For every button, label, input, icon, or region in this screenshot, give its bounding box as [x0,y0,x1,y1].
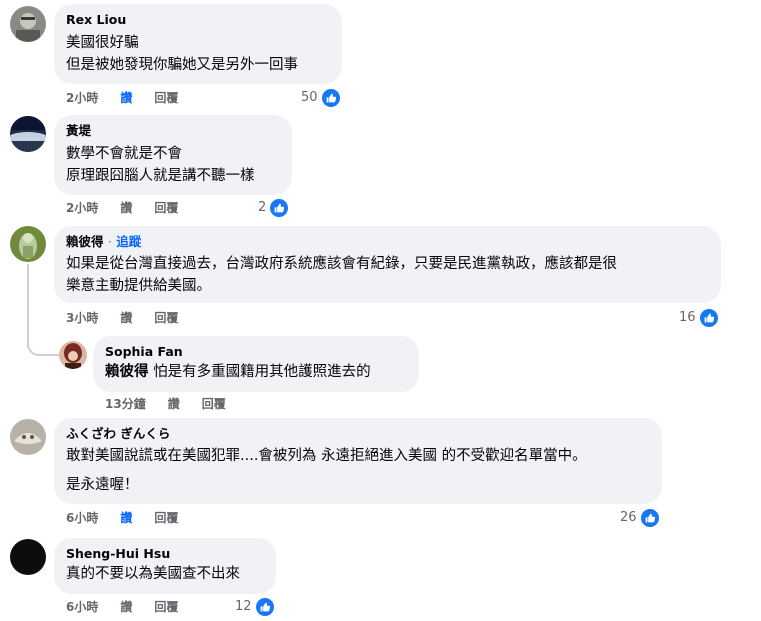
comment-time[interactable]: 2小時 [66,91,98,105]
like-button[interactable]: 讚 [120,511,132,525]
reply-button[interactable]: 回覆 [154,311,178,325]
comment-bubble: 黃堤 數學不會就是不會 原理跟囧腦人就是講不聽一樣 [54,115,292,195]
avatar[interactable] [10,226,46,262]
comment-text: 怕是有多重國籍用其他護照進去的 [153,364,371,380]
like-count: 12 [235,599,252,614]
reply-button[interactable]: 回覆 [154,91,178,105]
thumbs-up-icon [319,87,342,109]
like-button[interactable]: 讚 [120,600,132,614]
comment-author[interactable]: Sophia Fan [105,344,407,360]
comment-bubble: ふくざわ ぎんくら 敢對美國說謊或在美國犯罪....會被列為 永遠拒絕進入美國 … [54,418,662,504]
like-count: 16 [679,310,696,325]
comment-bubble: Sheng-Hui Hsu 真的不要以為美國查不出來 [54,538,276,594]
comment-time[interactable]: 3小時 [66,311,98,325]
mention-link[interactable]: 賴彼得 [105,364,149,380]
like-button[interactable]: 讚 [120,311,132,325]
reply-button[interactable]: 回覆 [154,600,178,614]
like-button[interactable]: 讚 [120,91,132,105]
avatar[interactable] [10,6,46,42]
avatar[interactable] [59,341,87,369]
comment-text: 美國很好騙 [66,35,139,51]
separator-dot: · [107,234,112,249]
comment-actions: 6小時 讚 回覆 [66,599,200,615]
comment-author[interactable]: Rex Liou [66,12,330,28]
comment-text: 但是被她發現你騙她又是另外一回事 [66,57,298,73]
reaction-count[interactable]: 50 [301,87,342,109]
comment-text: 真的不要以為美國查不出來 [66,566,240,582]
reply-button[interactable]: 回覆 [202,397,226,411]
reply-button[interactable]: 回覆 [154,511,178,525]
comment-actions: 6小時 讚 回覆 [66,510,200,526]
thumbs-up-icon [253,596,276,618]
avatar[interactable] [10,116,46,152]
thumbs-up-icon [638,507,661,529]
comment-time[interactable]: 6小時 [66,511,98,525]
reply-button[interactable]: 回覆 [154,201,178,215]
reaction-count[interactable]: 16 [679,307,720,329]
comment-text: 樂意主動提供給美國。 [66,278,211,294]
comment-text: 原理跟囧腦人就是講不聽一樣 [66,168,255,184]
like-count: 2 [258,200,267,215]
follow-link[interactable]: 追蹤 [116,234,141,249]
comment-text-row: 賴彼得 怕是有多重國籍用其他護照進去的 [105,361,407,383]
comment-actions: 2小時 讚 回覆 [66,200,200,216]
reaction-count[interactable]: 2 [258,197,291,219]
thumbs-up-icon [697,307,720,329]
comment-time[interactable]: 13分鐘 [105,397,146,411]
thumbs-up-icon [268,197,291,219]
comment-text: 如果是從台灣直接過去，台灣政府系統應該會有紀錄，只要是民進黨執政，應該都是很 [66,256,617,272]
comment-actions: 2小時 讚 回覆 [66,90,200,106]
like-count: 50 [301,90,318,105]
comment-author[interactable]: Sheng-Hui Hsu [66,546,264,562]
comment-bubble: 賴彼得 · 追蹤 如果是從台灣直接過去，台灣政府系統應該會有紀錄，只要是民進黨執… [54,226,721,303]
comment-bubble: Rex Liou 美國很好騙 但是被她發現你騙她又是另外一回事 [54,4,342,84]
avatar[interactable] [10,419,46,455]
reaction-count[interactable]: 26 [620,507,661,529]
comment-text: 數學不會就是不會 [66,146,182,162]
comment-author[interactable]: 黃堤 [66,123,280,139]
comment-author[interactable]: ふくざわ ぎんくら [66,426,650,442]
comment-author[interactable]: 賴彼得 [66,234,104,249]
reaction-count[interactable]: 12 [235,596,276,618]
comment-actions: 13分鐘 讚 回覆 [105,396,248,412]
comment-text: 是永遠喔！ [66,477,139,493]
comment-text: 敢對美國說謊或在美國犯罪....會被列為 永遠拒絕進入美國 的不受歡迎名單當中。 [66,448,587,464]
comment-time[interactable]: 2小時 [66,201,98,215]
avatar[interactable] [10,539,46,575]
like-count: 26 [620,510,637,525]
like-button[interactable]: 讚 [120,201,132,215]
comment-actions: 3小時 讚 回覆 [66,310,200,326]
comment-time[interactable]: 6小時 [66,600,98,614]
like-button[interactable]: 讚 [168,397,180,411]
comment-author-row: 賴彼得 · 追蹤 [66,234,709,250]
comment-bubble: Sophia Fan 賴彼得 怕是有多重國籍用其他護照進去的 [93,336,419,392]
